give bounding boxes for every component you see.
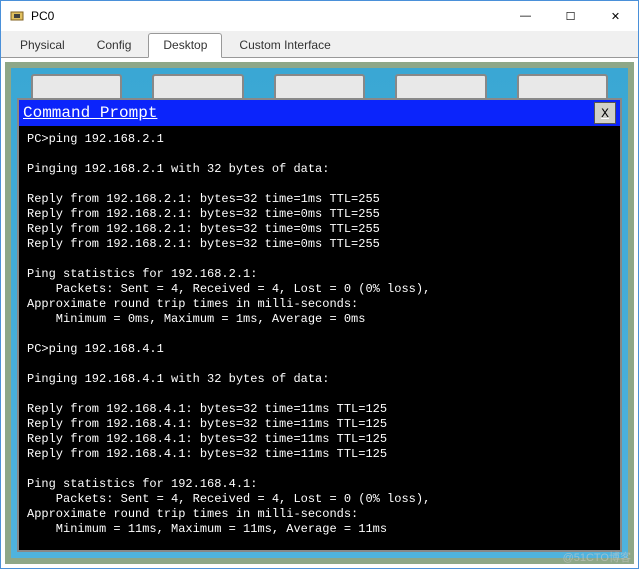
minimize-button[interactable]: — [503, 1, 548, 31]
tab-desktop[interactable]: Desktop [148, 33, 222, 58]
command-prompt-close-button[interactable]: X [594, 102, 616, 124]
desktop-area: Command Prompt X PC>ping 192.168.2.1 Pin… [5, 62, 634, 564]
app-icon [9, 8, 25, 24]
tab-strip: Physical Config Desktop Custom Interface [1, 31, 638, 58]
title-bar[interactable]: PC0 — ☐ ✕ [1, 1, 638, 31]
window-title: PC0 [31, 9, 503, 23]
tab-physical[interactable]: Physical [5, 33, 80, 57]
close-button[interactable]: ✕ [593, 1, 638, 31]
tab-custom-interface[interactable]: Custom Interface [224, 33, 345, 57]
app-window: PC0 — ☐ ✕ Physical Config Desktop Custom… [0, 0, 639, 569]
command-prompt-title: Command Prompt [23, 104, 594, 122]
tab-config[interactable]: Config [82, 33, 147, 57]
terminal-output[interactable]: PC>ping 192.168.2.1 Pinging 192.168.2.1 … [19, 126, 620, 550]
command-prompt-titlebar[interactable]: Command Prompt X [19, 100, 620, 126]
command-prompt-window[interactable]: Command Prompt X PC>ping 192.168.2.1 Pin… [17, 98, 622, 552]
maximize-button[interactable]: ☐ [548, 1, 593, 31]
window-controls: — ☐ ✕ [503, 1, 638, 31]
vertical-scrollbar[interactable] [633, 55, 639, 559]
watermark: @51CTO博客 [563, 549, 631, 565]
